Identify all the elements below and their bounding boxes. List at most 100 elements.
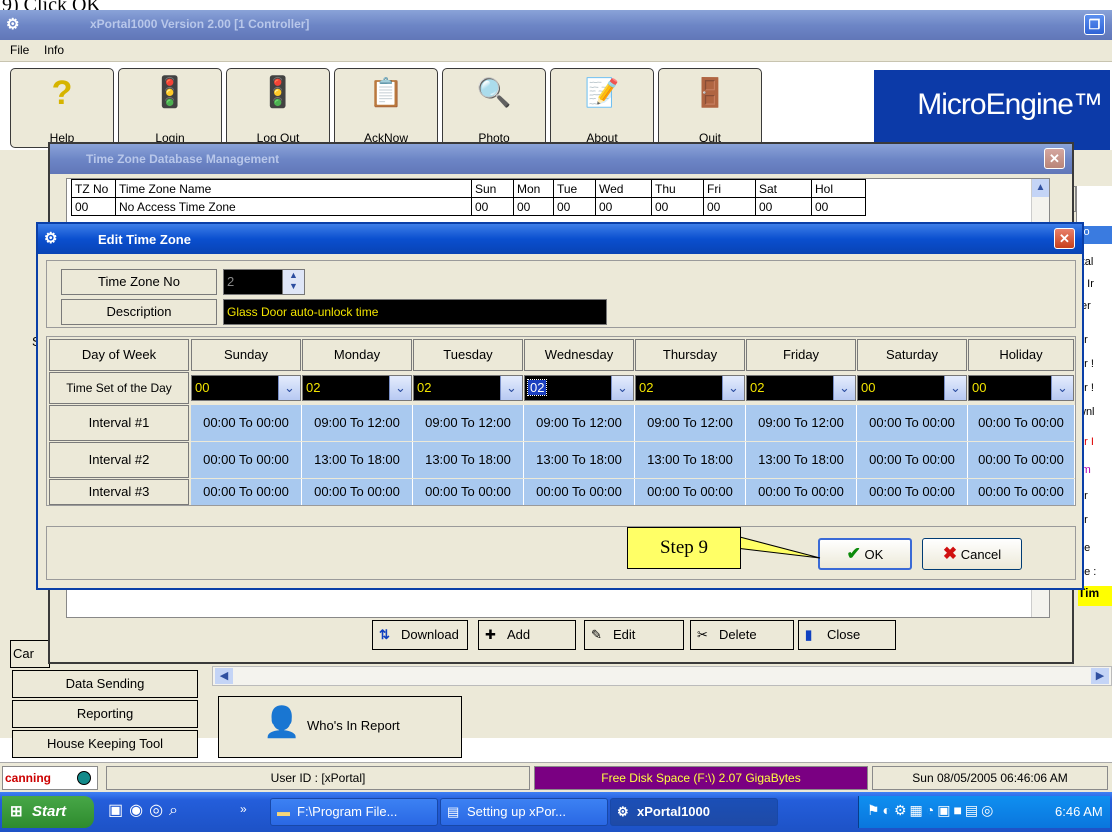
chevron-down-icon[interactable]: ⌄ — [944, 376, 966, 400]
logout-button[interactable]: 🚦 Log Out — [226, 68, 330, 148]
close-button[interactable]: ▮ Close — [798, 620, 896, 650]
edit-time-zone-dialog: ⚙ Edit Time Zone ✕ Time Zone No 2 ▲ ▼ Des… — [36, 222, 1084, 590]
chevron-down-icon[interactable]: ⌄ — [500, 376, 522, 400]
cell-thu: 00 — [651, 197, 704, 216]
edit-tz-close-button[interactable]: ✕ — [1054, 228, 1075, 249]
sidebar-item-data-sending[interactable]: Data Sending — [12, 670, 198, 698]
horizontal-scrollbar[interactable]: ◀ ▶ — [212, 666, 1112, 686]
interval3-sunday: 00:00 To 00:00 — [191, 479, 302, 505]
start-button[interactable]: ⊞ Start — [2, 796, 94, 828]
chevron-right-icon[interactable]: » — [240, 802, 247, 816]
chevron-down-icon[interactable]: ⌄ — [389, 376, 411, 400]
description-label: Description — [61, 299, 217, 325]
sidebar-item-reporting[interactable]: Reporting — [12, 700, 198, 728]
restore-button[interactable]: ❐ — [1084, 14, 1105, 35]
row-label-interval-3: Interval #3 — [49, 479, 189, 505]
photo-button[interactable]: 🔍 Photo — [442, 68, 546, 148]
chevron-down-icon[interactable]: ⌄ — [278, 376, 300, 400]
chevron-down-icon[interactable]: ⌄ — [1051, 376, 1073, 400]
col-wed[interactable]: Wed — [595, 179, 652, 198]
cell-tz-name: No Access Time Zone — [115, 197, 472, 216]
scanning-text: canning — [5, 771, 52, 785]
col-tz-name[interactable]: Time Zone Name — [115, 179, 472, 198]
edit-button[interactable]: ✎ Edit — [584, 620, 684, 650]
sidebar-item-car[interactable]: Car — [10, 640, 50, 668]
col-thu[interactable]: Thu — [651, 179, 704, 198]
cell-mon: 00 — [513, 197, 554, 216]
tz-no-spinner[interactable]: ▲ ▼ — [282, 270, 304, 294]
acknow-button[interactable]: 📋 AckNow — [334, 68, 438, 148]
col-sat[interactable]: Sat — [755, 179, 812, 198]
tz-no-field[interactable]: 2 ▲ ▼ — [223, 269, 305, 295]
time-set-select-wednesday[interactable]: 02 ⌄ — [524, 375, 634, 401]
delete-button[interactable]: ✂ Delete — [690, 620, 794, 650]
time-set-select-holiday[interactable]: 00 ⌄ — [968, 375, 1074, 401]
time-set-select-thursday[interactable]: 02 ⌄ — [635, 375, 745, 401]
help-button[interactable]: ? Help — [10, 68, 114, 148]
time-set-value: 02 — [750, 380, 765, 395]
download-button[interactable]: ⇅ Download — [372, 620, 468, 650]
day-header-thursday: Thursday — [635, 339, 745, 371]
document-heading: 9) Click OK — [0, 0, 1112, 10]
scroll-right-button[interactable]: ▶ — [1091, 668, 1109, 684]
add-button[interactable]: ✚ Add — [478, 620, 576, 650]
taskbar: ⊞ Start ▣◉◎⌕ » ▬ F:\Program File... ▤ Sett… — [0, 792, 1112, 832]
word-doc-icon: ▤ — [447, 804, 460, 819]
scroll-up-button[interactable]: ▲ — [1032, 179, 1049, 197]
chevron-down-icon[interactable]: ⌄ — [722, 376, 744, 400]
taskbar-item-word[interactable]: ▤ Setting up xPor... — [440, 798, 608, 826]
edit-tz-title-bar: ⚙ Edit Time Zone ✕ — [38, 224, 1082, 254]
time-set-select-friday[interactable]: 02 ⌄ — [746, 375, 856, 401]
time-set-value: 02 — [639, 380, 654, 395]
time-set-value: 00 — [861, 380, 876, 395]
table-row[interactable]: 00 No Access Time Zone 00 00 00 00 00 00… — [71, 197, 866, 216]
tray-icons[interactable]: ⚑◐⚙▦◔▣■▤◎ — [867, 802, 996, 819]
day-header-friday: Friday — [746, 339, 856, 371]
chevron-down-icon[interactable]: ⌄ — [833, 376, 855, 400]
cell-sun: 00 — [471, 197, 514, 216]
interval2-holiday: 00:00 To 00:00 — [968, 442, 1075, 478]
cancel-x-icon: ✖ — [942, 544, 958, 563]
chevron-down-icon[interactable]: ⌄ — [611, 376, 633, 400]
col-hol[interactable]: Hol — [811, 179, 866, 198]
system-tray: ⚑◐⚙▦◔▣■▤◎ 6:46 AM — [858, 796, 1110, 828]
time-set-select-sunday[interactable]: 00 ⌄ — [191, 375, 301, 401]
time-set-select-tuesday[interactable]: 02 ⌄ — [413, 375, 523, 401]
taskbar-item-explorer[interactable]: ▬ F:\Program File... — [270, 798, 438, 826]
interval2-saturday: 00:00 To 00:00 — [857, 442, 968, 478]
row-label-time-set: Time Set of the Day — [49, 372, 189, 404]
ok-button[interactable]: ✔ OK — [818, 538, 912, 570]
add-icon: ✚ — [485, 627, 496, 642]
row-label-day-of-week: Day of Week — [49, 339, 189, 371]
cell-wed: 00 — [595, 197, 652, 216]
disk-space-status: Free Disk Space (F:\) 2.07 GigaBytes — [534, 766, 868, 790]
login-button[interactable]: 🚦 Login — [118, 68, 222, 148]
col-sun[interactable]: Sun — [471, 179, 514, 198]
col-mon[interactable]: Mon — [513, 179, 554, 198]
close-label: Close — [827, 627, 861, 642]
scroll-left-button[interactable]: ◀ — [215, 668, 233, 684]
interval3-friday: 00:00 To 00:00 — [746, 479, 857, 505]
menu-info[interactable]: Info — [44, 43, 64, 57]
col-tz-no[interactable]: TZ No — [71, 179, 116, 198]
interval3-monday: 00:00 To 00:00 — [302, 479, 413, 505]
ok-label: OK — [864, 547, 884, 562]
taskbar-item-xportal[interactable]: ⚙ xPortal1000 — [610, 798, 778, 826]
time-set-select-monday[interactable]: 02 ⌄ — [302, 375, 412, 401]
whos-in-report-button[interactable]: 👤 Who's In Report — [218, 696, 462, 758]
about-button[interactable]: 📝 About — [550, 68, 654, 148]
sidebar-item-housekeeping[interactable]: House Keeping Tool — [12, 730, 198, 758]
person-question-icon: 👤 — [263, 706, 301, 739]
interval2-sunday: 00:00 To 00:00 — [191, 442, 302, 478]
col-fri[interactable]: Fri — [703, 179, 756, 198]
quick-launch-icons[interactable]: ▣◉◎⌕ — [108, 800, 184, 820]
cancel-button[interactable]: ✖ Cancel — [922, 538, 1022, 570]
tz-database-close-button[interactable]: ✕ — [1044, 148, 1065, 169]
description-field[interactable]: Glass Door auto-unlock time — [223, 299, 607, 325]
time-set-select-saturday[interactable]: 00 ⌄ — [857, 375, 967, 401]
menu-file[interactable]: File — [10, 43, 29, 57]
step-callout: Step 9 — [627, 527, 741, 569]
interval3-holiday: 00:00 To 00:00 — [968, 479, 1075, 505]
col-tue[interactable]: Tue — [553, 179, 596, 198]
quit-button[interactable]: 🚪 Quit — [658, 68, 762, 148]
